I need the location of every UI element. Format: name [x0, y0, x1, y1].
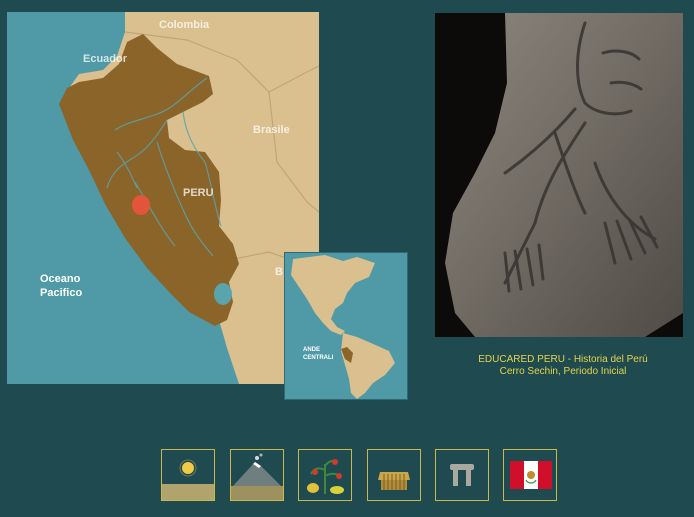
peru-map: Colombia Ecuador Brasile PERU B Oceano P…: [7, 12, 319, 384]
nav-button-volcano[interactable]: [230, 449, 284, 501]
sun-landscape-icon: [162, 450, 214, 500]
inset-label-1: ANDE: [303, 347, 320, 353]
cerro-sechin-relief-photo: [435, 13, 683, 337]
dolmen-icon: [436, 450, 488, 500]
label-ocean-2: Pacifico: [40, 287, 82, 299]
nav-button-hut[interactable]: [367, 449, 421, 501]
label-peru: PERU: [183, 187, 214, 199]
plants-fruits-icon: [299, 450, 351, 500]
label-brasile: Brasile: [253, 124, 290, 136]
site-marker: [132, 195, 150, 215]
inset-label-2: CENTRALI: [303, 355, 334, 361]
caption-line-1: EDUCARED PERU - Historia del Perú: [478, 354, 648, 365]
photo-caption: EDUCARED PERU - Historia del Perú Cerro …: [435, 354, 691, 378]
nav-button-plants[interactable]: [298, 449, 352, 501]
nav-button-monument[interactable]: [435, 449, 489, 501]
volcano-icon: [231, 450, 283, 500]
bottom-navigation: [161, 449, 561, 503]
label-ecuador: Ecuador: [83, 53, 128, 65]
nav-button-sun[interactable]: [161, 449, 215, 501]
nav-button-flag[interactable]: [503, 449, 557, 501]
label-bolivia-partial: B: [275, 266, 283, 278]
peru-flag-icon: [504, 450, 556, 500]
hut-icon: [368, 450, 420, 500]
americas-inset-map: ANDE CENTRALI: [284, 252, 408, 400]
label-ocean-1: Oceano: [40, 273, 81, 285]
label-colombia: Colombia: [159, 19, 210, 31]
caption-line-2: Cerro Sechin, Periodo Inicial: [499, 366, 627, 377]
